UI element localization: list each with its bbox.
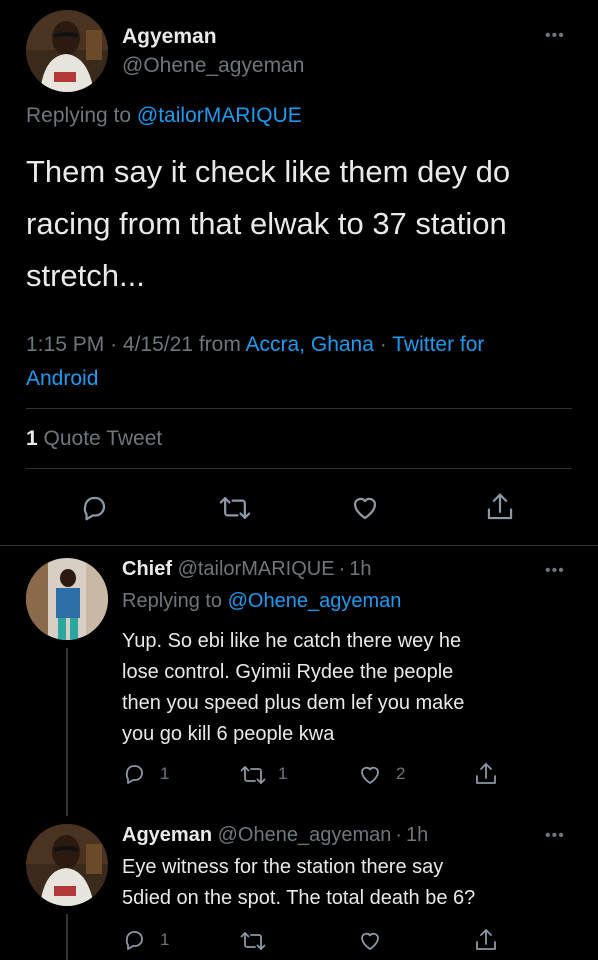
like-icon[interactable] [350,493,380,523]
tweet-time[interactable]: 1h [406,824,428,846]
reply-header: Chief @tailorMARIQUE · 1h [122,558,371,581]
thread-line [66,648,68,816]
share-icon[interactable] [474,927,498,953]
divider [26,408,572,409]
meta-separator: · [110,333,118,356]
share-icon[interactable] [485,491,515,523]
tweet-text-line: racing from that elwak to 37 station [26,206,507,241]
tweet-text-line: Them say it check like them dey do [26,154,511,189]
retweet-icon[interactable] [240,930,266,952]
thread-line [66,914,68,960]
avatar-image [26,10,108,92]
divider [26,468,572,469]
author-name[interactable]: Chief [122,558,172,580]
reply-header: Agyeman @Ohene_agyeman · 1h [122,824,428,847]
divider [0,545,598,546]
tweet-client[interactable]: Twitter for [392,333,484,356]
replying-to-link[interactable]: @tailorMARIQUE [137,104,302,127]
tweet-client-cont[interactable]: Android [26,363,586,395]
like-count: 2 [396,764,406,783]
meta-separator: · [379,333,387,356]
tweet-text-line: you go kill 6 people kwa [122,723,335,745]
author-name[interactable]: Agyeman [122,25,217,49]
avatar[interactable] [26,824,108,906]
tweet-text: Them say it check like them dey do racin… [26,146,510,302]
more-icon[interactable]: ••• [545,28,565,44]
quote-count: 1 [26,427,38,450]
quote-label: Quote Tweet [43,427,163,450]
reply-icon[interactable] [79,493,109,523]
tweet-text-line: Eye witness for the station there say [122,856,444,878]
reply-count: 1 [160,764,170,783]
header-separator: · [338,558,346,580]
tweet-text-line: then you speed plus dem lef you make [122,692,465,714]
quote-tweet-count[interactable]: 1 Quote Tweet [26,427,162,451]
author-name[interactable]: Agyeman [122,824,212,846]
retweet-icon[interactable] [240,764,266,786]
author-handle[interactable]: @Ohene_agyeman [122,54,304,78]
tweet-text: Yup. So ebi like he catch there wey he l… [122,626,464,750]
tweet-meta: 1:15 PM · 4/15/21 from Accra, Ghana · Tw… [26,329,586,395]
replying-to: Replying to @Ohene_agyeman [122,590,401,613]
retweet-count: 1 [278,764,288,783]
reply-icon[interactable] [122,928,146,952]
more-icon[interactable]: ••• [545,563,565,579]
avatar-image [26,824,108,906]
tweet-date[interactable]: 4/15/21 [123,333,193,356]
from-word: from [198,333,241,356]
tweet-location[interactable]: Accra, Ghana [246,333,374,356]
tweet-text-line: lose control. Gyimii Rydee the people [122,661,454,683]
replying-to: Replying to @tailorMARIQUE [26,104,302,128]
replying-prefix: Replying to [122,590,223,612]
tweet-text: Eye witness for the station there say 5d… [122,852,475,914]
replying-to-link[interactable]: @Ohene_agyeman [228,590,402,612]
like-icon[interactable] [358,929,382,953]
author-handle[interactable]: @tailorMARIQUE [178,558,335,580]
more-icon[interactable]: ••• [545,828,565,844]
tweet-text-line: Yup. So ebi like he catch there wey he [122,630,462,652]
replying-prefix: Replying to [26,104,132,127]
tweet-text-line: stretch... [26,258,145,293]
author-handle[interactable]: @Ohene_agyeman [218,824,392,846]
reply-icon[interactable] [122,762,146,786]
share-icon[interactable] [474,761,498,787]
avatar-image [26,558,108,640]
header-separator: · [395,824,403,846]
retweet-icon[interactable] [219,494,251,522]
avatar[interactable] [26,558,108,640]
tweet-time[interactable]: 1h [349,558,371,580]
like-icon[interactable] [358,763,382,787]
reply-count: 1 [160,930,170,949]
tweet-time[interactable]: 1:15 PM [26,333,104,356]
tweet-text-line: 5died on the spot. The total death be 6? [122,887,476,909]
avatar[interactable] [26,10,108,92]
